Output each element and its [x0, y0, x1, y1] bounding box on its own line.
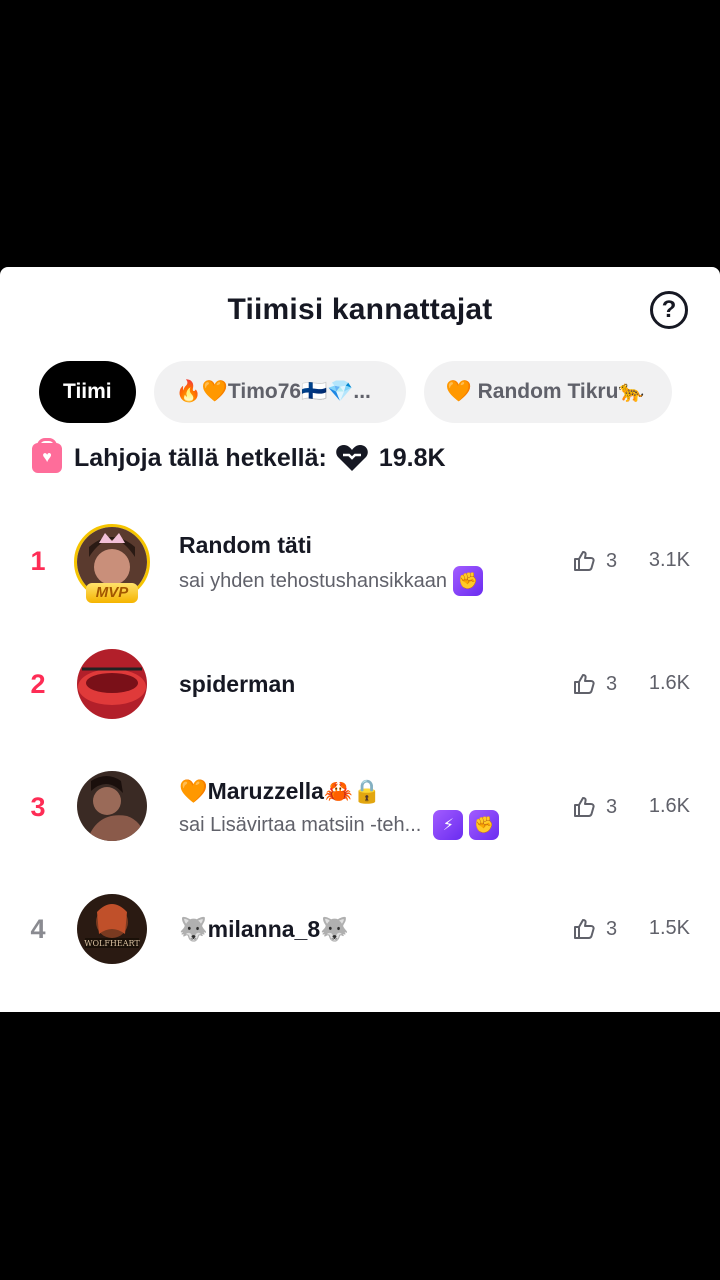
gift-box-icon: ♥	[32, 438, 62, 473]
supporter-row[interactable]: 2 spiderman 3 1.6K	[0, 629, 720, 739]
thumbs-up-icon	[574, 797, 595, 817]
supporter-activity: sai Lisävirtaa matsiin -teh... ⚡ ✊	[179, 810, 500, 840]
supporter-name: 🐺milanna_8🐺	[179, 916, 349, 942]
help-icon[interactable]: ?	[650, 291, 688, 329]
heart-mask-icon	[336, 445, 368, 471]
like-count[interactable]: 3	[572, 795, 617, 819]
gifts-label: Lahjoja tällä hetkellä:	[74, 443, 327, 472]
svg-text:WOLFHEART: WOLFHEART	[84, 939, 140, 948]
supporter-score: 1.5K	[648, 917, 690, 939]
supporter-name: Random täti	[179, 532, 312, 558]
tab-random-tikru[interactable]: 🧡 Random Tikru🐆	[423, 361, 672, 423]
supporter-name: 🧡Maruzzella🦀🔒	[179, 778, 382, 804]
supporter-row[interactable]: 4 WOLFHEART 🐺milanna_8🐺 3 1.5K	[0, 874, 720, 984]
activity-text: sai yhden tehostushansikkaan	[179, 569, 447, 592]
tab-team[interactable]: Tiimi	[39, 361, 136, 423]
avatar[interactable]: WOLFHEART	[77, 894, 147, 964]
like-count[interactable]: 3	[572, 549, 617, 573]
avatar[interactable]	[77, 649, 147, 719]
like-count[interactable]: 3	[572, 672, 617, 696]
team-tabs: Tiimi 🔥🧡Timo76🇫🇮💎... 🧡 Random Tikru🐆	[39, 361, 672, 423]
thumbs-up-icon	[574, 919, 595, 939]
mvp-badge: MVP	[86, 583, 138, 603]
rank-number: 4	[30, 914, 46, 944]
rank-number: 1	[30, 546, 46, 576]
supporters-sheet: Tiimisi kannattajat ? Tiimi 🔥🧡Timo76🇫🇮💎.…	[0, 267, 720, 1012]
rank-number: 3	[30, 792, 46, 822]
like-value: 3	[606, 917, 618, 940]
like-value: 3	[606, 549, 618, 572]
gifts-summary: ♥ Lahjoja tällä hetkellä: 19.8K	[32, 438, 446, 473]
boost-glove-icon: ✊	[469, 810, 500, 840]
supporter-score: 1.6K	[648, 795, 690, 817]
boost-glove-icon: ✊	[452, 566, 483, 596]
tab-timo76[interactable]: 🔥🧡Timo76🇫🇮💎...	[153, 361, 406, 423]
avatar[interactable]	[77, 771, 147, 841]
supporter-score: 3.1K	[648, 549, 690, 571]
like-value: 3	[606, 795, 618, 818]
like-value: 3	[606, 672, 618, 695]
like-count[interactable]: 3	[572, 917, 617, 941]
rank-number: 2	[30, 669, 46, 699]
gifts-value: 19.8K	[378, 443, 446, 472]
supporter-row[interactable]: 1 MVP Random täti sai yhden tehostushans…	[0, 504, 720, 614]
supporter-row[interactable]: 3 🧡Maruzzella🦀🔒 sai Lisävirtaa matsiin -…	[0, 751, 720, 861]
supporter-score: 1.6K	[648, 672, 690, 694]
sheet-title: Tiimisi kannattajat	[227, 293, 493, 326]
activity-text: sai Lisävirtaa matsiin -teh...	[179, 813, 422, 836]
supporter-name: spiderman	[179, 671, 296, 697]
thumbs-up-icon	[574, 674, 595, 694]
lightning-boost-icon: ⚡	[433, 810, 464, 840]
thumbs-up-icon	[574, 551, 595, 571]
supporter-activity: sai yhden tehostushansikkaan ✊	[179, 566, 483, 596]
